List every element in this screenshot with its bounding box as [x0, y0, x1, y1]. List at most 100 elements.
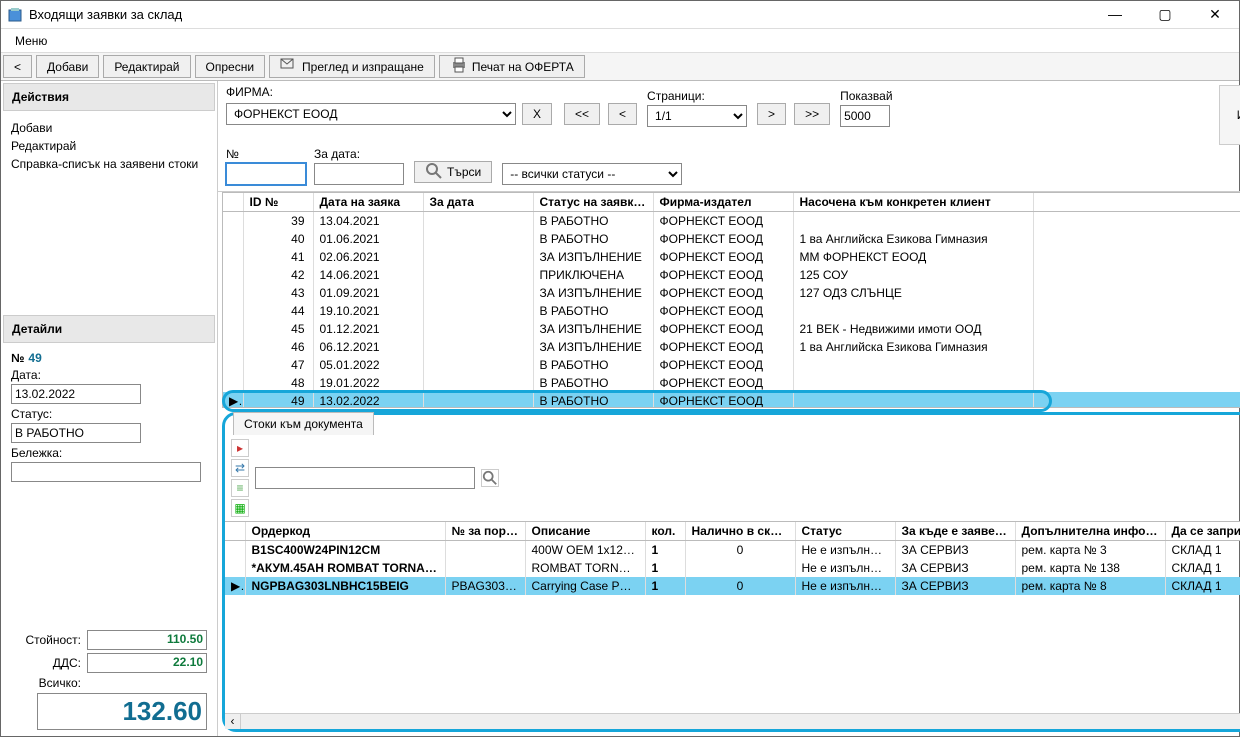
- table-row[interactable]: ▶NGPBAG303LNBHC15BEIGPBAG303LNBHCCarryin…: [225, 577, 1240, 595]
- gcol-stock[interactable]: Налично в склада: [685, 522, 795, 541]
- gcol-num[interactable]: № за поръчка: [445, 522, 525, 541]
- refresh-button[interactable]: Опресни: [195, 55, 266, 78]
- table-row[interactable]: *АКУМ.45AH ROMBAT TORNADAROMBAT TORNADA …: [225, 559, 1240, 577]
- cost-label: Стойност:: [11, 633, 81, 647]
- window-title: Входящи заявки за склад: [29, 7, 1097, 22]
- page-first-button[interactable]: <<: [564, 103, 600, 125]
- exit-button[interactable]: Изход: [1219, 85, 1240, 145]
- actions-header: Действия: [3, 83, 215, 111]
- goods-search-input[interactable]: [255, 467, 475, 489]
- gcol-status[interactable]: Статус: [795, 522, 895, 541]
- details-header: Детайли: [3, 315, 215, 343]
- actions-body: Добави Редактирай Справка-списък на заяв…: [1, 113, 217, 313]
- table-row[interactable]: 4102.06.2021ЗА ИЗПЪЛНЕНИЕФОРНЕКСТ ЕООДММ…: [223, 248, 1240, 266]
- pages-label: Страници:: [647, 89, 747, 103]
- table-row[interactable]: 4606.12.2021ЗА ИЗПЪЛНЕНИЕФОРНЕКСТ ЕООД1 …: [223, 338, 1240, 356]
- page-next-button[interactable]: >: [757, 103, 786, 125]
- title-bar: Входящи заявки за склад — ▢ ✕: [1, 1, 1239, 29]
- col-client[interactable]: Насочена към конкретен клиент: [793, 193, 1033, 212]
- table-row[interactable]: 4419.10.2021В РАБОТНОФОРНЕКСТ ЕООД: [223, 302, 1240, 320]
- details-date-label: Дата:: [11, 368, 207, 382]
- back-button[interactable]: <: [3, 55, 32, 78]
- status-filter-select[interactable]: -- всички статуси --: [502, 163, 682, 185]
- goods-add-icon[interactable]: ▸: [231, 439, 249, 457]
- details-body: № 49 Дата: Статус: Бележка:: [1, 345, 217, 491]
- col-id[interactable]: ID №: [243, 193, 313, 212]
- page-last-button[interactable]: >>: [794, 103, 830, 125]
- goods-hscroll[interactable]: ‹›: [225, 713, 1240, 729]
- goods-toolbar: ▸ ⇄ ≡ ▦: [225, 435, 1240, 521]
- cost-value: 110.50: [87, 630, 207, 650]
- print-icon: [450, 56, 468, 77]
- gcol-qty[interactable]: кол.: [645, 522, 685, 541]
- table-row[interactable]: 4819.01.2022В РАБОТНОФОРНЕКСТ ЕООД: [223, 374, 1240, 392]
- col-status[interactable]: Статус на заявката: [533, 193, 653, 212]
- table-row[interactable]: 4705.01.2022В РАБОТНОФОРНЕКСТ ЕООД: [223, 356, 1240, 374]
- details-status-label: Статус:: [11, 407, 207, 421]
- filter-no-label: №: [226, 147, 306, 161]
- table-row[interactable]: 4001.06.2021В РАБОТНОФОРНЕКСТ ЕООД1 ва А…: [223, 230, 1240, 248]
- filter-zadata-input[interactable]: [314, 163, 404, 185]
- action-report[interactable]: Справка-списък на заявени стоки: [11, 155, 207, 173]
- gcol-desc[interactable]: Описание: [525, 522, 645, 541]
- col-firm[interactable]: Фирма-издател: [653, 193, 793, 212]
- search-icon: [425, 162, 443, 183]
- table-row[interactable]: B1SC400W24PIN12CM400W OEM 1x120mm10Не е …: [225, 541, 1240, 560]
- table-row[interactable]: 4301.09.2021ЗА ИЗПЪЛНЕНИЕФОРНЕКСТ ЕООД12…: [223, 284, 1240, 302]
- pages-select[interactable]: 1/1: [647, 105, 747, 127]
- details-date-input[interactable]: [11, 384, 141, 404]
- page-prev-button[interactable]: <: [608, 103, 637, 125]
- goods-search-icon[interactable]: [481, 469, 499, 487]
- table-row[interactable]: 4214.06.2021ПРИКЛЮЧЕНАФОРНЕКСТ ЕООД125 С…: [223, 266, 1240, 284]
- edit-button[interactable]: Редактирай: [103, 55, 190, 78]
- goods-list-icon[interactable]: ≡: [231, 479, 249, 497]
- firm-select[interactable]: ФОРНЕКСТ ЕООД: [226, 103, 516, 125]
- goods-grid[interactable]: Ордеркод № за поръчка Описание кол. Нали…: [225, 521, 1240, 713]
- maximize-button[interactable]: ▢: [1147, 6, 1183, 23]
- filter-no-input[interactable]: [226, 163, 306, 185]
- preview-icon: [280, 56, 298, 77]
- vat-label: ДДС:: [11, 656, 81, 670]
- table-row[interactable]: 3913.04.2021В РАБОТНОФОРНЕКСТ ЕООД: [223, 212, 1240, 231]
- menu-bar: Меню: [1, 29, 1239, 53]
- search-button[interactable]: Търси: [414, 161, 492, 183]
- table-row[interactable]: ▶4913.02.2022В РАБОТНОФОРНЕКСТ ЕООД: [223, 392, 1240, 408]
- goods-swap-icon[interactable]: ⇄: [231, 459, 249, 477]
- goods-excel-icon[interactable]: ▦: [231, 499, 249, 517]
- minimize-button[interactable]: —: [1097, 6, 1133, 23]
- show-input[interactable]: [840, 105, 890, 127]
- filter-band: ФИРМА: ФОРНЕКСТ ЕООД X << < Страници:: [218, 81, 1240, 192]
- total-label: Всичко:: [11, 676, 81, 690]
- requests-grid[interactable]: ID № Дата на заяка За дата Статус на зая…: [222, 192, 1240, 408]
- details-no-value: 49: [28, 351, 41, 365]
- preview-send-button[interactable]: Преглед и изпращане: [269, 55, 435, 78]
- details-no-label: №: [11, 351, 24, 365]
- table-row[interactable]: 4501.12.2021ЗА ИЗПЪЛНЕНИЕФОРНЕКСТ ЕООД21…: [223, 320, 1240, 338]
- vat-value: 22.10: [87, 653, 207, 673]
- goods-panel: Стоки към документа ▸ ⇄ ≡ ▦: [222, 412, 1240, 732]
- goods-tab[interactable]: Стоки към документа: [233, 412, 374, 435]
- col-zadata[interactable]: За дата: [423, 193, 533, 212]
- gcol-where[interactable]: За къде е заявено: [895, 522, 1015, 541]
- menu-item-menu[interactable]: Меню: [7, 31, 55, 51]
- gcol-code[interactable]: Ордеркод: [245, 522, 445, 541]
- right-panel: Изход ФИРМА: ФОРНЕКСТ ЕООД X << <: [218, 81, 1240, 736]
- details-note-label: Бележка:: [11, 446, 207, 460]
- firm-clear-button[interactable]: X: [522, 103, 552, 125]
- col-date[interactable]: Дата на заяка: [313, 193, 423, 212]
- gcol-info[interactable]: Допълнителна информация: [1015, 522, 1165, 541]
- action-add[interactable]: Добави: [11, 119, 207, 137]
- action-edit[interactable]: Редактирай: [11, 137, 207, 155]
- add-button[interactable]: Добави: [36, 55, 99, 78]
- filter-zadata-label: За дата:: [314, 147, 404, 161]
- firm-label: ФИРМА:: [226, 85, 554, 99]
- details-status-input[interactable]: [11, 423, 141, 443]
- totals-body: Стойност: 110.50 ДДС: 22.10 Всичко: 132.…: [1, 621, 217, 736]
- app-icon: [7, 7, 23, 23]
- details-note-input[interactable]: [11, 462, 201, 482]
- gcol-prih[interactable]: Да се заприходи в: [1165, 522, 1240, 541]
- close-button[interactable]: ✕: [1197, 6, 1233, 23]
- toolbar: < Добави Редактирай Опресни Преглед и из…: [1, 53, 1239, 81]
- print-offer-button[interactable]: Печат на ОФЕРТА: [439, 55, 585, 78]
- show-label: Показвай: [840, 89, 892, 103]
